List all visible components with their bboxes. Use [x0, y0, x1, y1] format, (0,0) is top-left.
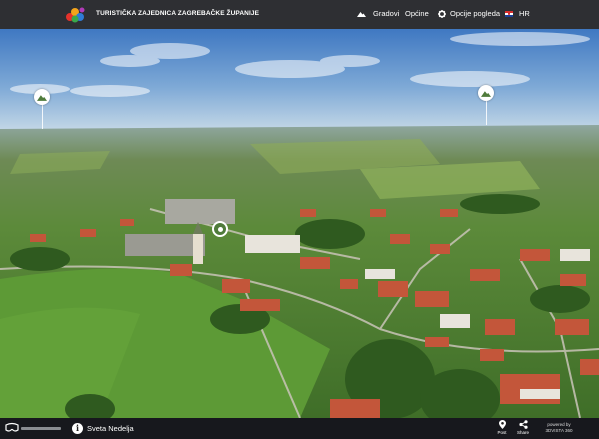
mountain-icon: [357, 11, 366, 17]
powered-by-3dvista[interactable]: powered by 3DVISTA 360: [540, 422, 578, 434]
hotspot-left-line: [42, 104, 43, 129]
post-button[interactable]: Post: [492, 420, 512, 435]
share-button[interactable]: Share: [513, 420, 533, 435]
share-icon: [518, 420, 528, 429]
hotspot-right[interactable]: [478, 85, 494, 101]
credit-link[interactable]: [21, 427, 61, 430]
nav-cities-label: Gradovi: [373, 9, 400, 18]
mountain-icon: [481, 90, 491, 97]
location-name: Sveta Nedelja: [87, 424, 134, 433]
nav-municipalities[interactable]: Općine: [405, 9, 429, 18]
bottom-bar: i Sveta Nedelja Post Share powered by 3D…: [0, 418, 599, 439]
mountain-icon: [37, 94, 47, 101]
language-selector[interactable]: HR: [505, 9, 530, 18]
nav-view-options-label: Opcije pogleda: [450, 9, 501, 18]
map-pin-icon: [498, 420, 506, 429]
nav-cities[interactable]: Gradovi: [357, 9, 399, 18]
location-pin-dot: [217, 226, 223, 232]
hotspot-right-line: [486, 100, 487, 125]
aerial-town-panorama[interactable]: [0, 29, 599, 418]
gear-icon: [438, 9, 446, 18]
vr-headset-icon[interactable]: [5, 422, 19, 433]
croatian-flag-icon: [505, 10, 513, 17]
share-label: Share: [516, 430, 529, 435]
top-bar: TURISTIČKA ZAJEDNICA ZAGREBAČKE ŽUPANIJE…: [0, 0, 599, 29]
brand-title[interactable]: TURISTIČKA ZAJEDNICA ZAGREBAČKE ŽUPANIJE: [96, 10, 259, 17]
panorama-viewer[interactable]: [0, 29, 599, 418]
post-label: Post: [497, 430, 507, 435]
tourism-logo-icon[interactable]: [64, 5, 88, 25]
nav-view-options[interactable]: Opcije pogleda: [438, 9, 500, 18]
info-icon[interactable]: i: [72, 423, 83, 434]
hotspot-left[interactable]: [34, 89, 50, 105]
location-pin-icon[interactable]: [212, 221, 228, 237]
language-label: HR: [519, 9, 530, 18]
powered-line-2: 3DVISTA 360: [545, 428, 573, 433]
nav-municipalities-label: Općine: [405, 9, 429, 18]
